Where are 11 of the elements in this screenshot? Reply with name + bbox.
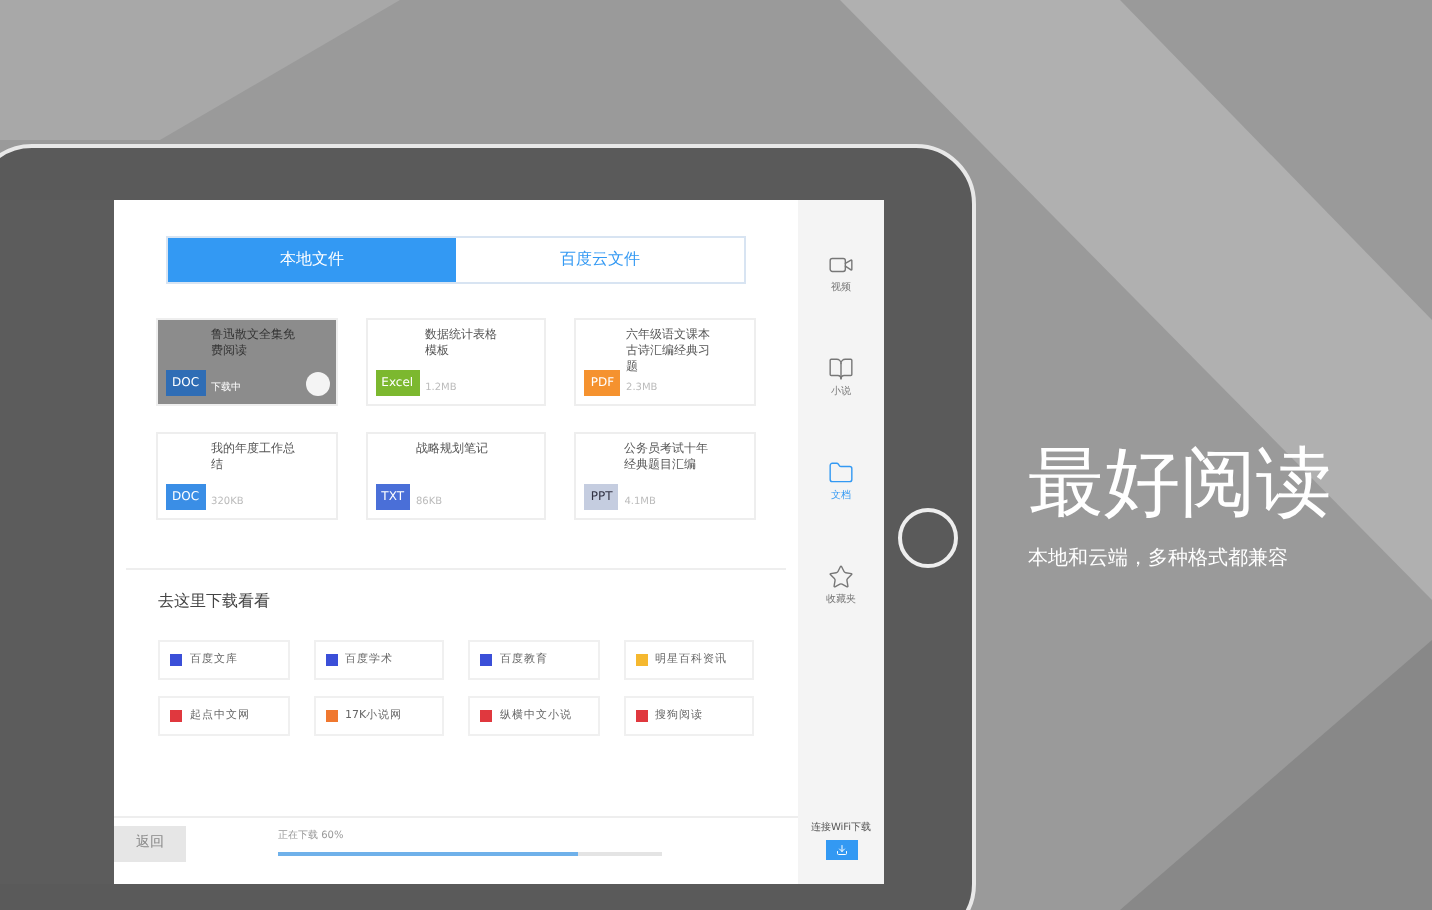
home-button[interactable] <box>898 508 958 568</box>
folder-icon <box>828 460 854 486</box>
download-icon <box>835 844 847 856</box>
section-heading: 去这里下载看看 <box>158 590 272 614</box>
download-button[interactable] <box>825 840 857 860</box>
video-icon <box>828 252 854 278</box>
subtitle: 本地和云端，多种格式都兼容 <box>1028 545 1290 574</box>
book-icon <box>828 356 854 382</box>
touch-indicator-icon <box>305 372 330 396</box>
star-icon <box>828 564 854 590</box>
headline: 最好阅读 <box>1028 440 1332 524</box>
